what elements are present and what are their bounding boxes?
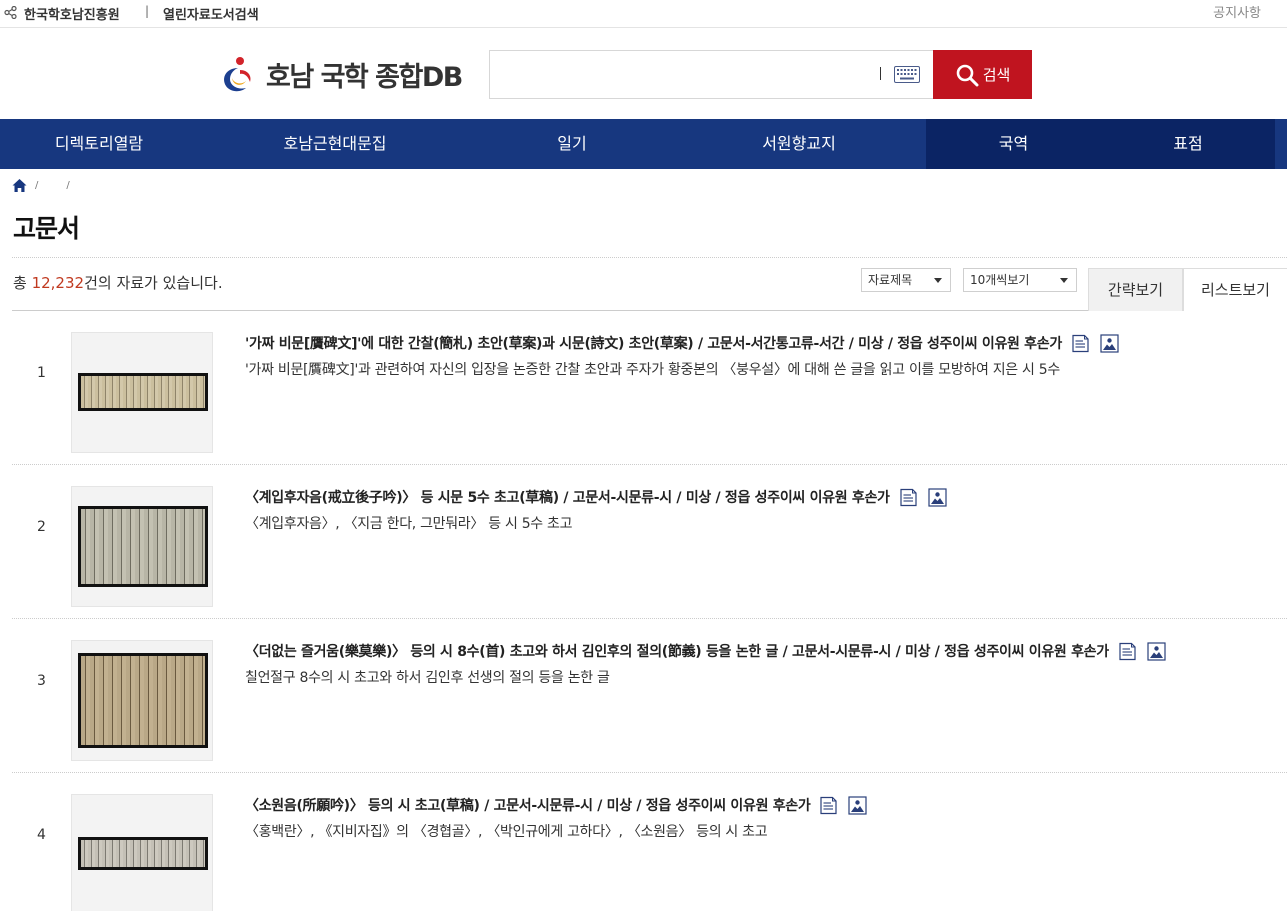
home-icon[interactable] <box>12 178 27 193</box>
result-index: 3 <box>37 673 46 689</box>
document-image <box>78 653 208 748</box>
result-thumbnail[interactable] <box>71 332 213 453</box>
nav-item-modern-collections[interactable]: 호남근현대문집 <box>198 119 472 169</box>
tab-simple-view[interactable]: 간략보기 <box>1088 268 1183 311</box>
topbar-separator: | <box>145 4 150 18</box>
result-count-number: 12,232 <box>31 274 85 292</box>
logo-emblem-icon <box>224 57 251 92</box>
search-button[interactable]: 검색 <box>933 50 1032 99</box>
link-notice[interactable]: 공지사항 <box>1213 2 1261 21</box>
search-input[interactable] <box>498 61 868 89</box>
nav-item-translation[interactable]: 국역 <box>926 119 1101 169</box>
document-text-icon[interactable] <box>899 488 918 507</box>
document-image <box>78 506 208 587</box>
breadcrumb-separator: / <box>66 179 70 191</box>
image-view-icon[interactable] <box>1100 333 1119 353</box>
sort-select[interactable]: 자료제목 <box>861 268 951 292</box>
search-divider <box>880 67 881 80</box>
result-title[interactable]: 〈계입후자음(戒立後子吟)〉 등 시문 5수 초고(草稿) / 고문서-시문류-… <box>245 487 947 507</box>
result-row: 4 〈소원음(所願吟)〉 등의 시 초고(草稿) / 고문서-시문류-시 / 미… <box>12 773 1287 911</box>
result-index: 2 <box>37 519 46 535</box>
document-text-icon[interactable] <box>819 796 838 815</box>
result-title[interactable]: 〈소원음(所願吟)〉 등의 시 초고(草稿) / 고문서-시문류-시 / 미상 … <box>245 795 868 815</box>
nav-item-punctuation[interactable]: 표점 <box>1101 119 1275 169</box>
result-thumbnail[interactable] <box>71 486 213 607</box>
tab-list-view[interactable]: 리스트보기 <box>1183 268 1287 311</box>
site-logo[interactable]: 호남 국학 종합DB <box>218 54 463 94</box>
result-title-text[interactable]: 〈소원음(所願吟)〉 등의 시 초고(草稿) / 고문서-시문류-시 / 미상 … <box>245 795 811 815</box>
share-icon <box>4 6 17 19</box>
breadcrumb: / / <box>12 177 70 193</box>
top-utility-bar: 한국학호남진흥원 | 열린자료도서검색 공지사항 <box>0 0 1287 28</box>
result-title-text[interactable]: 〈더없는 즐거움(樂莫樂)〉 등의 시 8수(首) 초고와 하서 김인후의 절의… <box>245 641 1109 661</box>
document-text-icon[interactable] <box>1071 334 1090 353</box>
result-description: 칠언절구 8수의 시 초고와 하서 김인후 선생의 절의 등을 논한 글 <box>245 670 610 686</box>
result-description: 〈계입후자음〉, 〈지금 한다, 그만둬라〉 등 시 5수 초고 <box>245 516 573 532</box>
result-description: 〈홍백란〉, 《지비자집》의 〈경협골〉, 〈박인규에게 고하다〉, 〈소원음〉… <box>245 824 768 840</box>
result-title-text[interactable]: 〈계입후자음(戒立後子吟)〉 등 시문 5수 초고(草稿) / 고문서-시문류-… <box>245 487 890 507</box>
link-open-library-search[interactable]: 열린자료도서검색 <box>163 4 259 23</box>
result-title[interactable]: 〈더없는 즐거움(樂莫樂)〉 등의 시 8수(首) 초고와 하서 김인후의 절의… <box>245 641 1166 661</box>
per-page-select[interactable]: 10개씩보기 <box>963 268 1077 292</box>
result-row: 1 '가짜 비문[贋碑文]'에 대한 간찰(簡札) 초안(草案)과 시문(詩文)… <box>12 311 1287 465</box>
document-image <box>78 837 208 870</box>
image-view-icon[interactable] <box>848 795 868 815</box>
result-description: '가짜 비문[贋碑文]'과 관련하여 자신의 입장을 논증한 간찰 초안과 주자… <box>245 362 1060 378</box>
chevron-down-icon <box>1060 278 1068 283</box>
result-thumbnail[interactable] <box>71 794 213 911</box>
keyboard-icon[interactable] <box>894 66 920 83</box>
link-hanguk-honam[interactable]: 한국학호남진흥원 <box>24 4 120 23</box>
logo-text: 호남 국학 종합DB <box>266 61 463 93</box>
sort-select-value: 자료제목 <box>868 273 913 287</box>
document-image <box>78 373 208 411</box>
result-title[interactable]: '가짜 비문[贋碑文]'에 대한 간찰(簡札) 초안(草案)과 시문(詩文) 초… <box>245 333 1119 353</box>
image-view-icon[interactable] <box>1147 641 1166 661</box>
page-title: 고문서 <box>13 214 80 243</box>
search-box <box>489 50 933 99</box>
result-count-prefix: 총 <box>13 274 32 292</box>
main-nav: 디렉토리열람 호남근현대문집 일기 서원향교지 국역 표점 <box>0 119 1287 169</box>
result-count-suffix: 건의 자료가 있습니다. <box>84 274 223 292</box>
breadcrumb-separator: / <box>35 179 39 191</box>
title-divider <box>12 257 1287 258</box>
result-index: 1 <box>37 365 46 381</box>
result-count: 총 12,232건의 자료가 있습니다. <box>13 272 223 293</box>
chevron-down-icon <box>934 278 942 283</box>
result-title-text[interactable]: '가짜 비문[贋碑文]'에 대한 간찰(簡札) 초안(草案)과 시문(詩文) 초… <box>245 333 1062 353</box>
document-text-icon[interactable] <box>1118 642 1137 661</box>
nav-item-directory[interactable]: 디렉토리열람 <box>0 119 198 169</box>
nav-item-seowon[interactable]: 서원향교지 <box>672 119 926 169</box>
nav-item-diary[interactable]: 일기 <box>472 119 672 169</box>
image-view-icon[interactable] <box>928 487 947 507</box>
per-page-select-value: 10개씩보기 <box>970 273 1030 287</box>
result-row: 2 〈계입후자음(戒立後子吟)〉 등 시문 5수 초고(草稿) / 고문서-시문… <box>12 465 1287 619</box>
search-icon <box>956 64 979 86</box>
result-row: 3 〈더없는 즐거움(樂莫樂)〉 등의 시 8수(首) 초고와 하서 김인후의 … <box>12 619 1287 773</box>
result-index: 4 <box>37 827 46 843</box>
search-button-label: 검색 <box>982 66 1011 84</box>
result-thumbnail[interactable] <box>71 640 213 761</box>
